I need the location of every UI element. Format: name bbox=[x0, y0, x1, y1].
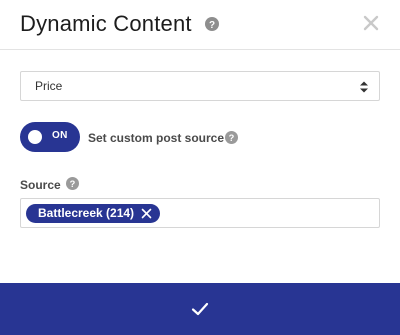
field-select[interactable]: Price bbox=[20, 71, 380, 101]
dialog-header: Dynamic Content ? bbox=[0, 0, 400, 50]
custom-source-label: Set custom post source bbox=[88, 131, 225, 145]
question-circle-icon[interactable]: ? bbox=[66, 177, 79, 190]
source-label: Source bbox=[20, 178, 61, 192]
dynamic-content-dialog: Dynamic Content ? Price ON Set custom po… bbox=[0, 0, 400, 335]
custom-source-toggle[interactable]: ON bbox=[20, 122, 80, 152]
source-tag: Battlecreek (214) bbox=[26, 204, 161, 223]
source-tag-input[interactable]: Battlecreek (214) bbox=[20, 198, 380, 228]
checkmark-icon bbox=[191, 302, 209, 316]
confirm-button[interactable] bbox=[0, 283, 400, 335]
select-arrows-icon bbox=[360, 81, 368, 93]
field-select-value: Price bbox=[35, 79, 63, 93]
dialog-title: Dynamic Content bbox=[20, 11, 192, 36]
toggle-knob bbox=[28, 130, 42, 144]
close-icon[interactable] bbox=[362, 14, 380, 32]
question-circle-icon[interactable]: ? bbox=[225, 131, 238, 144]
toggle-state-label: ON bbox=[52, 130, 68, 141]
source-tag-label: Battlecreek (214) bbox=[38, 206, 135, 220]
svg-text:?: ? bbox=[70, 179, 76, 189]
remove-tag-icon[interactable] bbox=[141, 208, 152, 219]
question-circle-icon[interactable]: ? bbox=[205, 17, 219, 31]
svg-text:?: ? bbox=[229, 133, 235, 143]
svg-text:?: ? bbox=[209, 20, 215, 31]
